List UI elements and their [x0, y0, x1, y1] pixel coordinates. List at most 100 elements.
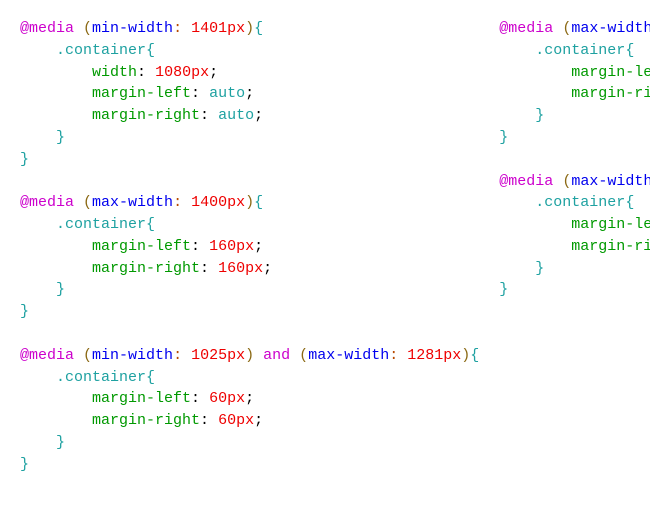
code-column-left: @media (min-width: 1401px){ .container{ … — [20, 18, 479, 497]
code-token: @media — [499, 20, 553, 37]
code-token: { — [254, 194, 263, 211]
code-token: min-width — [92, 347, 173, 364]
code-token: { — [625, 42, 634, 59]
code-token: : — [173, 194, 182, 211]
code-token: 60px — [209, 390, 245, 407]
code-token: @media — [20, 194, 74, 211]
code-token: ( — [299, 347, 308, 364]
code-token: ) — [245, 20, 254, 37]
code-token: max-width — [571, 173, 650, 190]
code-token: : — [173, 20, 182, 37]
code-token — [209, 260, 218, 277]
code-token: : — [191, 85, 200, 102]
code-token: margin-left — [571, 216, 650, 233]
code-token: } — [535, 107, 544, 124]
code-token — [182, 347, 191, 364]
code-column-right: @media (max-width: 1024px){ .container{ … — [499, 18, 650, 497]
code-token: width — [92, 64, 137, 81]
code-token: margin-right — [571, 85, 650, 102]
code-token: margin-right — [92, 412, 200, 429]
css-media-block: @media (min-width: 1401px){ .container{ … — [20, 18, 479, 170]
code-token: { — [146, 216, 155, 233]
code-token: max-width — [92, 194, 173, 211]
code-token: : — [200, 412, 209, 429]
code-token: } — [499, 129, 508, 146]
code-token: .container — [535, 194, 625, 211]
code-token: max-width — [571, 20, 650, 37]
code-token — [398, 347, 407, 364]
code-columns: @media (min-width: 1401px){ .container{ … — [0, 0, 650, 513]
code-token: ) — [245, 194, 254, 211]
code-token: } — [20, 151, 29, 168]
code-token — [182, 20, 191, 37]
code-token: : — [191, 238, 200, 255]
code-token — [200, 390, 209, 407]
code-token: : — [173, 347, 182, 364]
css-media-block: @media (min-width: 1025px) and (max-widt… — [20, 345, 479, 476]
code-token — [200, 238, 209, 255]
code-token: margin-right — [92, 107, 200, 124]
code-token: } — [56, 434, 65, 451]
code-token: : — [200, 107, 209, 124]
code-token: ( — [562, 173, 571, 190]
code-token: ) — [245, 347, 254, 364]
code-token: ( — [562, 20, 571, 37]
code-token: { — [146, 369, 155, 386]
code-token: margin-left — [92, 238, 191, 255]
code-token: auto — [218, 107, 254, 124]
code-token: { — [146, 42, 155, 59]
code-token: { — [254, 20, 263, 37]
code-token: .container — [535, 42, 625, 59]
code-token: .container — [56, 42, 146, 59]
code-token: @media — [20, 347, 74, 364]
css-media-block: @media (max-width: 1400px){ .container{ … — [20, 192, 479, 323]
code-token — [146, 64, 155, 81]
code-token: ; — [209, 64, 218, 81]
code-token: ( — [83, 194, 92, 211]
code-token: margin-left — [92, 85, 191, 102]
code-token: { — [625, 194, 634, 211]
code-token — [182, 194, 191, 211]
code-token: ( — [83, 20, 92, 37]
code-token: @media — [499, 173, 553, 190]
code-token: 60px — [218, 412, 254, 429]
code-token: auto — [209, 85, 245, 102]
code-token: margin-right — [571, 238, 650, 255]
code-token: and — [263, 347, 290, 364]
code-token: 160px — [209, 238, 254, 255]
code-token: @media — [20, 20, 74, 37]
code-token: margin-left — [92, 390, 191, 407]
code-token: { — [470, 347, 479, 364]
code-token: ; — [245, 85, 254, 102]
code-token: ; — [254, 238, 263, 255]
code-token: ; — [254, 412, 263, 429]
code-token: } — [20, 303, 29, 320]
css-media-block: @media (max-width: 1024px){ .container{ … — [499, 18, 650, 149]
code-token: : — [200, 260, 209, 277]
code-token: .container — [56, 369, 146, 386]
code-token: 1080px — [155, 64, 209, 81]
code-token: 1401px — [191, 20, 245, 37]
code-token: ; — [245, 390, 254, 407]
css-media-block: @media (max-width: 500px){ .container{ m… — [499, 171, 650, 302]
code-token: ( — [83, 347, 92, 364]
code-token: } — [535, 260, 544, 277]
code-token: min-width — [92, 20, 173, 37]
code-token: } — [20, 456, 29, 473]
code-token: 1025px — [191, 347, 245, 364]
code-token: : — [389, 347, 398, 364]
code-token: : — [137, 64, 146, 81]
code-token: ; — [263, 260, 272, 277]
code-token: 1400px — [191, 194, 245, 211]
code-token: } — [56, 281, 65, 298]
code-token: } — [499, 281, 508, 298]
code-token: max-width — [308, 347, 389, 364]
code-token: 160px — [218, 260, 263, 277]
code-token: margin-right — [92, 260, 200, 277]
code-token — [209, 107, 218, 124]
code-token: ) — [461, 347, 470, 364]
code-token: : — [191, 390, 200, 407]
code-token: ; — [254, 107, 263, 124]
code-token: 1281px — [407, 347, 461, 364]
code-token: .container — [56, 216, 146, 233]
